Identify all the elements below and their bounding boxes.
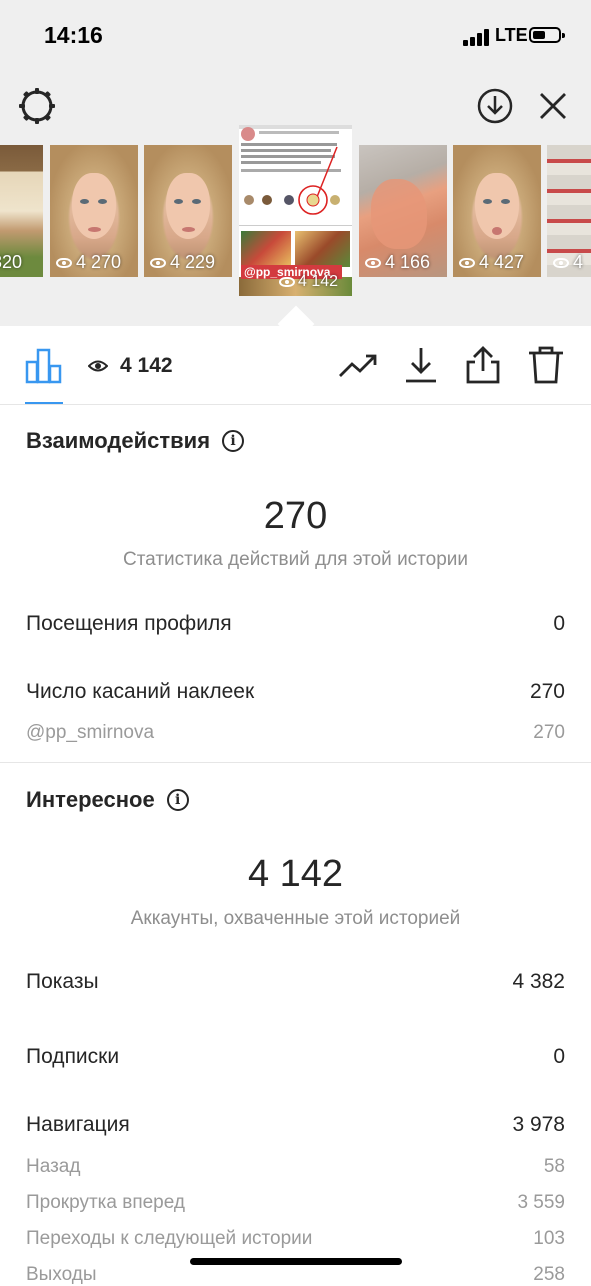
eye-icon <box>459 257 475 268</box>
interactions-total: 270 <box>263 495 328 537</box>
share-icon <box>466 346 500 384</box>
delete-button[interactable] <box>525 344 567 386</box>
discovery-caption: Аккаунты, охваченные этой историей <box>130 908 461 929</box>
story-views: 4 270 <box>56 252 121 273</box>
share-button[interactable] <box>462 344 504 386</box>
stat-row: Число касаний наклеек 270 <box>26 680 565 703</box>
discovery-heading: Интересное i <box>26 787 189 813</box>
info-icon[interactable]: i <box>166 789 189 811</box>
story-views: 4 <box>553 252 583 273</box>
story-thumb[interactable]: 4 229 <box>144 145 232 277</box>
story-views: 4 142 <box>279 273 338 291</box>
stat-subrow: Назад 58 <box>26 1156 565 1177</box>
download-button[interactable] <box>400 344 442 386</box>
stat-subrow: @pp_smirnova 270 <box>26 722 565 743</box>
stat-row: Навигация 3 978 <box>26 1113 565 1136</box>
story-views: 4 166 <box>365 252 430 273</box>
stat-subrow: Переходы к следующей истории 103 <box>26 1228 565 1249</box>
trash-icon <box>529 346 563 384</box>
story-views: 320 <box>0 252 23 272</box>
stat-subrow: Прокрутка вперед 3 559 <box>26 1192 565 1213</box>
story-thumb[interactable]: 4 427 <box>453 145 541 277</box>
selected-story-thumb[interactable]: @pp_smirnova 4 142 <box>239 125 352 296</box>
download-icon <box>406 348 436 383</box>
trend-up-icon <box>339 354 377 377</box>
eye-icon <box>365 257 381 268</box>
story-views: 4 229 <box>150 252 215 273</box>
section-divider <box>0 762 591 763</box>
eye-icon <box>150 257 166 268</box>
stat-row: Показы 4 382 <box>26 970 565 993</box>
promote-button[interactable] <box>337 344 379 386</box>
bar-chart-icon <box>25 348 62 384</box>
info-icon[interactable]: i <box>222 430 245 452</box>
discovery-total: 4 142 <box>247 853 344 895</box>
eye-icon <box>56 257 72 268</box>
stories-carousel[interactable]: 320 4 270 4 229 @pp_smirnova <box>0 0 591 326</box>
stat-row: Подписки 0 <box>26 1045 565 1068</box>
interactions-caption: Статистика действий для этой истории <box>122 549 469 570</box>
eye-icon <box>553 257 569 268</box>
eye-icon <box>279 277 295 287</box>
insights-tab[interactable] <box>25 346 63 384</box>
story-thumb[interactable]: 320 <box>0 145 43 277</box>
insights-toolbar: 4 142 <box>0 326 591 405</box>
stat-subrow: Выходы 258 <box>26 1264 565 1285</box>
home-indicator[interactable] <box>190 1258 402 1265</box>
eye-icon <box>88 360 108 372</box>
story-views: 4 427 <box>459 252 524 273</box>
stat-row: Посещения профиля 0 <box>26 612 565 635</box>
active-tab-indicator <box>25 402 63 404</box>
story-thumb[interactable]: 4 270 <box>50 145 138 277</box>
story-thumb[interactable]: 4 <box>547 145 591 277</box>
interactions-heading: Взаимодействия i <box>26 428 245 454</box>
views-count: 4 142 <box>88 354 173 378</box>
story-thumb[interactable]: 4 166 <box>359 145 447 277</box>
